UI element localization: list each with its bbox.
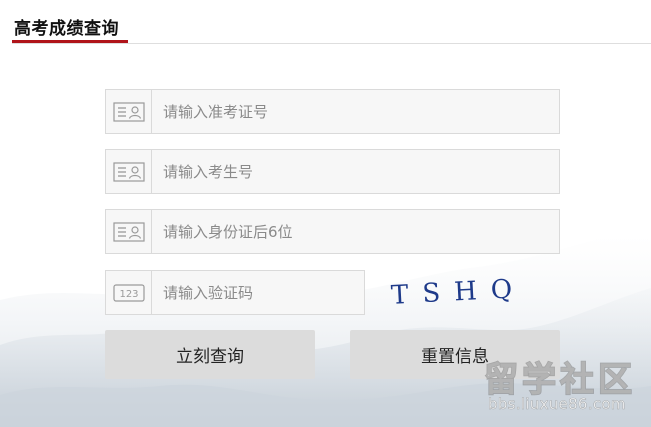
student-number-input[interactable] xyxy=(152,150,559,193)
page-header: 高考成绩查询 xyxy=(12,0,651,44)
captcha-input[interactable] xyxy=(152,271,364,314)
query-button[interactable]: 立刻查询 xyxy=(105,330,315,379)
id-card-icon xyxy=(106,90,152,133)
id-last6-field xyxy=(105,209,560,254)
captcha-field: 123 xyxy=(105,270,365,315)
page-title: 高考成绩查询 xyxy=(14,19,119,39)
id-last6-input[interactable] xyxy=(152,210,559,253)
title-underline xyxy=(12,40,128,43)
student-number-field xyxy=(105,149,560,194)
captcha-image[interactable]: TSHQ xyxy=(385,272,520,312)
exam-ticket-input[interactable] xyxy=(152,90,559,133)
exam-ticket-field xyxy=(105,89,560,134)
id-card-icon xyxy=(106,210,152,253)
id-card-icon xyxy=(106,150,152,193)
keypad-icon-text: 123 xyxy=(119,289,138,300)
captcha-code: TSHQ xyxy=(390,274,520,311)
reset-button[interactable]: 重置信息 xyxy=(350,330,560,379)
keypad-123-icon: 123 xyxy=(106,271,152,314)
